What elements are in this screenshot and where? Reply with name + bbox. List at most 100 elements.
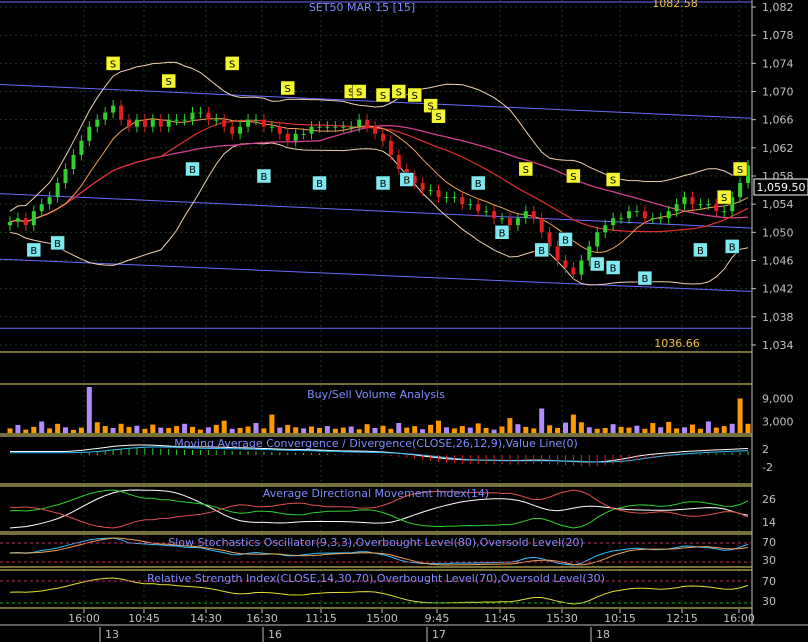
- volume-bar: [499, 426, 505, 433]
- candle-body: [682, 197, 687, 205]
- buy-signal: B: [256, 168, 272, 184]
- sell-signal: S: [224, 56, 240, 71]
- volume-bar: [293, 427, 299, 434]
- chart-title: SET50 MAR 15 [15]: [309, 1, 415, 14]
- candle-body: [634, 211, 639, 213]
- buy-signal: B: [470, 175, 486, 191]
- volume-bar: [602, 428, 608, 433]
- volume-bar: [745, 423, 751, 433]
- candle-body: [301, 133, 306, 135]
- volume-bar: [237, 428, 243, 433]
- adx-y-tick-label: 14: [762, 516, 776, 529]
- volume-bar: [594, 428, 600, 433]
- candle-body: [150, 119, 155, 127]
- price-y-tick-label: 1,078: [762, 29, 794, 42]
- volume-bar: [729, 423, 735, 433]
- candle-body: [507, 218, 512, 226]
- volume-bar: [229, 428, 235, 433]
- volume-bar: [658, 427, 664, 434]
- rsi-y-tick-label: 30: [762, 595, 776, 608]
- candle-body: [277, 126, 282, 134]
- volume-bar: [690, 424, 695, 433]
- volume-bar: [666, 421, 672, 433]
- volume-bar: [78, 427, 84, 433]
- volume-bar: [428, 424, 434, 433]
- buy-signal-label: B: [380, 179, 387, 190]
- volume-y-tick-label: 9,000: [762, 393, 794, 406]
- volume-bar: [94, 422, 100, 433]
- candle-body: [698, 204, 703, 206]
- x-tick-label: 16:00: [723, 612, 755, 625]
- candle-body: [8, 221, 12, 226]
- buy-signal: B: [494, 225, 510, 240]
- candle-body: [222, 119, 227, 127]
- candle-body: [238, 126, 243, 134]
- candle-body: [650, 218, 655, 220]
- x-tick-label: 15:30: [546, 612, 578, 625]
- volume-bar: [491, 429, 497, 433]
- candle-body: [563, 260, 568, 268]
- volume-bar: [134, 425, 140, 433]
- volume-bar: [436, 420, 441, 433]
- candle-body: [500, 218, 504, 220]
- sell-signal-label: S: [356, 88, 362, 99]
- channel-low-label: 1036.66: [654, 337, 700, 350]
- candle-body: [246, 119, 251, 127]
- candle-body: [381, 133, 385, 141]
- candle-body: [174, 119, 179, 121]
- sell-signal-label: S: [737, 165, 743, 176]
- volume-bar: [459, 426, 465, 433]
- volume-bar: [578, 422, 584, 433]
- buy-signal: B: [185, 161, 200, 177]
- volume-bar: [555, 428, 561, 433]
- price-y-tick-label: 1,054: [762, 198, 794, 211]
- volume-bar: [261, 428, 267, 433]
- sell-signal: S: [351, 84, 367, 99]
- volume-bar: [71, 429, 76, 433]
- candle-body: [603, 225, 608, 233]
- volume-bar: [55, 423, 61, 433]
- sell-signal: S: [407, 87, 422, 103]
- sell-signal: S: [375, 87, 391, 103]
- volume-bar: [190, 426, 195, 433]
- buy-signal-label: B: [562, 235, 569, 246]
- buy-signal: B: [312, 175, 327, 191]
- candle-body: [325, 126, 330, 128]
- volume-bar: [515, 424, 521, 433]
- volume-bar: [444, 427, 449, 434]
- candle-body: [373, 126, 377, 134]
- x-tick-label: 11:15: [305, 612, 337, 625]
- buy-signal-label: B: [729, 242, 736, 253]
- candle-body: [555, 246, 560, 261]
- volume-bar: [110, 428, 116, 433]
- candle-body: [182, 119, 187, 121]
- candle-body: [190, 112, 195, 120]
- candle-body: [142, 119, 147, 127]
- buy-signal-label: B: [697, 246, 704, 257]
- sell-signal-label: S: [523, 165, 529, 176]
- volume-bar: [420, 429, 426, 433]
- buy-signal: B: [693, 242, 708, 258]
- candle-body: [531, 211, 536, 219]
- candle-body: [642, 211, 647, 219]
- candle-body: [539, 218, 544, 233]
- volume-bar: [221, 420, 227, 433]
- candle-body: [492, 211, 497, 219]
- date-label: 17: [432, 628, 446, 641]
- sell-signal-label: S: [166, 77, 172, 88]
- volume-bar: [650, 423, 656, 433]
- candle-body: [166, 119, 171, 127]
- x-tick-label: 12:15: [666, 612, 698, 625]
- x-tick-label: 11:45: [484, 612, 516, 625]
- candle-body: [436, 190, 441, 198]
- volume-bar: [697, 428, 703, 433]
- candle-body: [349, 126, 354, 128]
- volume-bar: [86, 387, 92, 433]
- volume-bar: [396, 423, 402, 433]
- volume-bar: [467, 427, 473, 433]
- buy-signal-label: B: [594, 260, 601, 271]
- buy-signal: B: [724, 239, 740, 254]
- sell-signal: S: [161, 73, 176, 89]
- price-y-tick-label: 1,038: [762, 311, 794, 324]
- volume-bar: [324, 426, 330, 433]
